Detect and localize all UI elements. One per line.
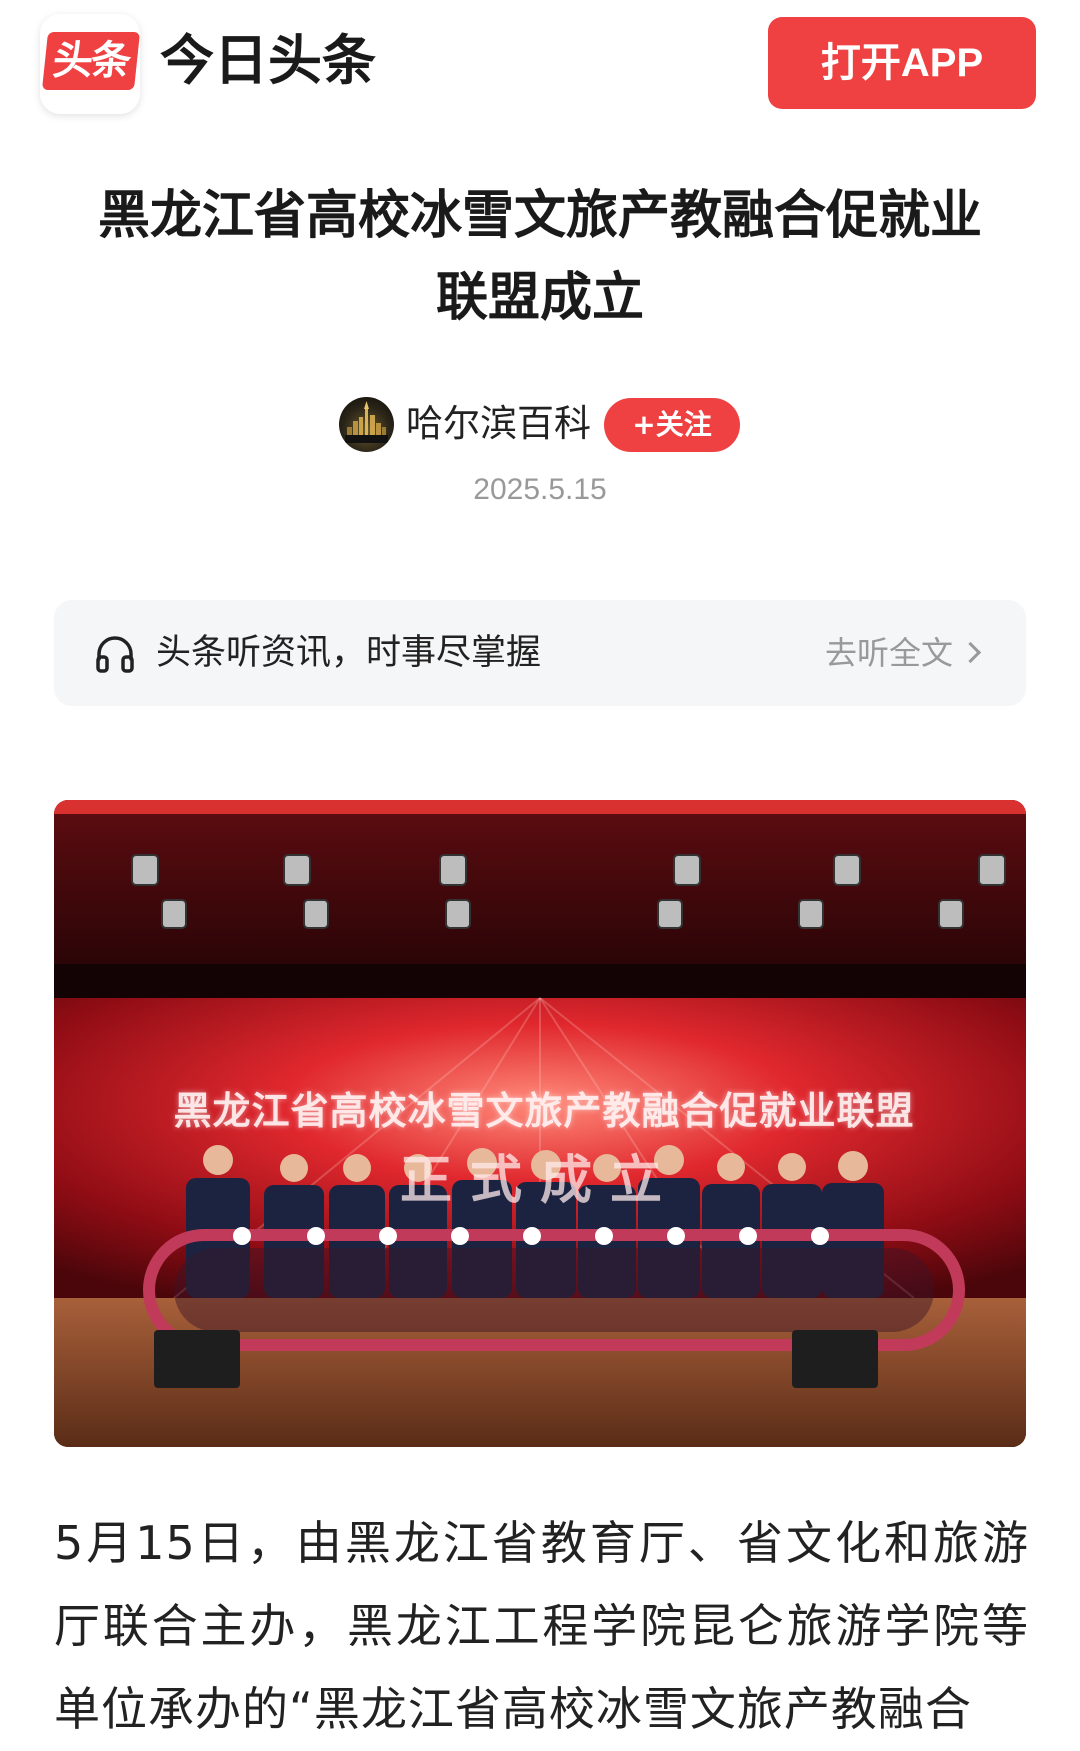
listen-full-link[interactable]: 去听全文 <box>824 630 982 676</box>
top-app-bar: 头条 今日头条 打开APP <box>0 0 1080 125</box>
skyline-icon <box>345 401 388 443</box>
listen-bar[interactable]: 头条听资讯，时事尽掌握 去听全文 <box>54 600 1026 706</box>
chevron-right-icon <box>959 641 982 664</box>
toutiao-logo[interactable]: 头条 <box>40 14 141 114</box>
photo-banner-title: 黑龙江省高校冰雪文旅产教融合促就业联盟 <box>173 1089 915 1133</box>
listen-bar-text: 头条听资讯，时事尽掌握 <box>156 633 542 673</box>
article-title: 黑龙江省高校冰雪文旅产教融合促就业联盟成立 <box>97 186 982 328</box>
listen-full-label: 去听全文 <box>824 634 953 672</box>
author-avatar[interactable] <box>339 397 394 452</box>
author-name[interactable]: 哈尔滨百科 <box>406 399 591 449</box>
logo-mark: 头条 <box>41 32 141 90</box>
headphone-icon <box>96 636 134 673</box>
article-photo[interactable]: 黑龙江省高校冰雪文旅产教融合促就业联盟 正式成立 <box>54 800 1026 1447</box>
author-row: 哈尔滨百科 +关注 <box>0 395 1080 455</box>
photo-banner-subtitle: 正式成立 <box>399 1151 680 1211</box>
follow-button[interactable]: +关注 <box>604 398 740 452</box>
app-name: 今日头条 <box>160 29 376 92</box>
publish-date: 2025.5.15 <box>473 473 607 506</box>
open-app-button[interactable]: 打开APP <box>768 17 1036 109</box>
article-body-text: 5月15日，由黑龙江省教育厅、省文化和旅游厅联合主办，黑龙江工程学院昆仑旅游学院… <box>54 1516 1029 1736</box>
